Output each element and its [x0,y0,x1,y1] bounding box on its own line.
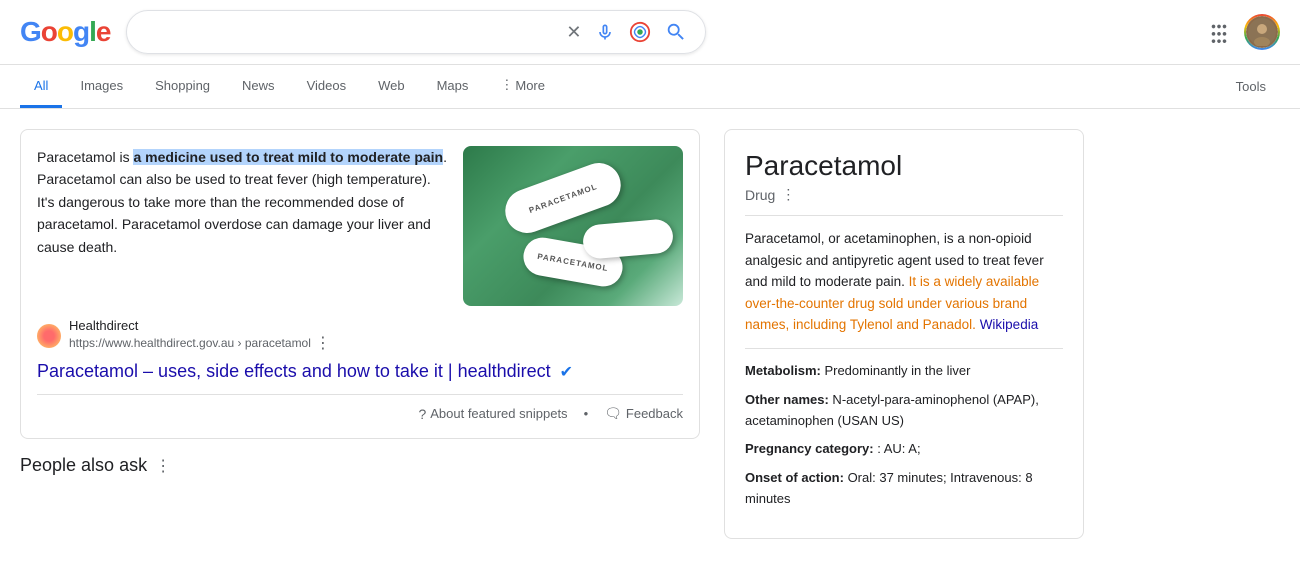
kp-subtitle: Drug ⋮ [745,186,1063,203]
feedback-link[interactable]: 🗨 Feedback [604,405,683,422]
kp-facts-divider [745,348,1063,349]
tools-button[interactable]: Tools [1222,69,1280,104]
people-also-ask: People also ask ⋮ [20,455,700,476]
mic-icon [595,22,615,42]
snippet-image: PARACETAMOL PARACETAMOL [463,146,683,306]
tab-news[interactable]: News [228,66,289,108]
lens-search-button[interactable] [627,19,653,45]
tab-more[interactable]: ⋮ More [486,65,559,108]
source-more-icon[interactable]: ⋮ [315,333,331,353]
feedback-row: ? About featured snippets • 🗨 Feedback [37,394,683,422]
clear-button[interactable]: ✕ [564,20,583,45]
apps-button[interactable] [1206,19,1232,45]
about-snippets-link[interactable]: ? About featured snippets [418,406,567,422]
kp-description: Paracetamol, or acetaminophen, is a non-… [745,228,1063,336]
apps-grid-icon [1208,21,1230,43]
dot-separator: • [584,406,589,421]
tab-maps[interactable]: Maps [423,66,483,108]
kp-fact-3: Onset of action: Oral: 37 minutes; Intra… [745,468,1063,510]
kp-title: Paracetamol [745,150,1063,182]
header-right [1206,14,1280,50]
tab-images[interactable]: Images [66,66,137,108]
search-icons: ✕ [564,19,689,45]
tab-videos[interactable]: Videos [293,66,361,108]
kp-fact-0: Metabolism: Predominantly in the liver [745,361,1063,382]
kp-more-icon[interactable]: ⋮ [781,186,795,203]
search-bar: Paracetamol ✕ [126,10,706,54]
knowledge-panel: Paracetamol Drug ⋮ Paracetamol, or aceta… [724,129,1084,539]
kp-fact-2: Pregnancy category: : AU: A; [745,439,1063,460]
header: Google Paracetamol ✕ [0,0,1300,65]
feedback-icon: 🗨 [604,405,622,422]
source-row: Healthdirect https://www.healthdirect.go… [37,318,683,353]
kp-divider [745,215,1063,216]
source-details: Healthdirect https://www.healthdirect.go… [69,318,331,353]
snippet-text-before: Paracetamol is [37,149,133,165]
question-circle-icon: ? [418,406,426,422]
main-content: Paracetamol is a medicine used to treat … [0,109,1300,539]
featured-snippet: Paracetamol is a medicine used to treat … [20,129,700,439]
search-button[interactable] [663,19,689,45]
source-url: https://www.healthdirect.gov.au › parace… [69,333,331,353]
snippet-body: Paracetamol is a medicine used to treat … [37,146,683,306]
right-column: Paracetamol Drug ⋮ Paracetamol, or aceta… [724,129,1084,539]
tab-web[interactable]: Web [364,66,419,108]
snippet-highlight: a medicine used to treat mild to moderat… [133,149,443,165]
nav-tabs: All Images Shopping News Videos Web Maps… [0,65,1300,109]
tab-shopping[interactable]: Shopping [141,66,224,108]
kp-facts: Metabolism: Predominantly in the liver Ot… [745,361,1063,510]
pill-image-3 [582,218,675,260]
lens-icon [629,21,651,43]
result-link[interactable]: Paracetamol – uses, side effects and how… [37,359,683,384]
search-icon [665,21,687,43]
avatar-image [1246,16,1278,48]
source-name: Healthdirect [69,318,331,333]
kp-fact-1: Other names: N-acetyl-para-aminophenol (… [745,390,1063,432]
voice-search-button[interactable] [593,20,617,44]
more-dots-icon: ⋮ [500,77,513,93]
search-input[interactable]: Paracetamol [143,23,554,41]
verified-badge-icon: ✔ [560,364,573,381]
wikipedia-link[interactable]: Wikipedia [980,317,1039,332]
user-avatar[interactable] [1244,14,1280,50]
clear-icon: ✕ [566,22,581,43]
people-ask-more-icon[interactable]: ⋮ [155,456,171,476]
snippet-text: Paracetamol is a medicine used to treat … [37,146,447,306]
left-column: Paracetamol is a medicine used to treat … [20,129,700,539]
google-logo: Google [20,16,110,48]
tab-all[interactable]: All [20,66,62,108]
source-favicon [37,324,61,348]
